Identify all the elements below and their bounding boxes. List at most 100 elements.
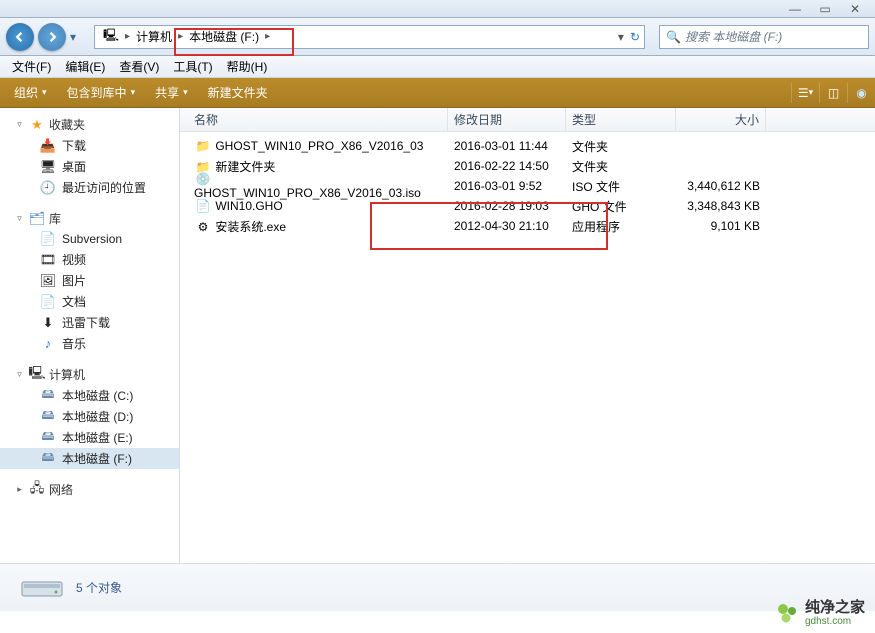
- menu-bar: 文件(F) 编辑(E) 查看(V) 工具(T) 帮助(H): [0, 56, 875, 78]
- file-name: 安装系统.exe: [215, 220, 286, 234]
- status-object-count: 5 个对象: [76, 579, 122, 596]
- dropdown-icon[interactable]: ▾: [618, 30, 624, 44]
- close-button[interactable]: ✕: [843, 2, 867, 16]
- breadcrumb-drive[interactable]: 本地磁盘 (F:): [185, 26, 263, 48]
- back-button[interactable]: [6, 23, 34, 51]
- folder-icon: 📄: [40, 231, 56, 247]
- watermark: 纯净之家 gdhst.com: [775, 600, 865, 628]
- video-icon: 🎞: [40, 252, 56, 268]
- tree-library[interactable]: ▿🗂库: [0, 208, 179, 229]
- file-row[interactable]: 💿 GHOST_WIN10_PRO_X86_V2016_03.iso2016-0…: [180, 176, 875, 196]
- breadcrumb-computer[interactable]: 计算机: [132, 26, 176, 48]
- file-icon: ⚙: [194, 220, 212, 234]
- preview-pane-button[interactable]: ◫: [819, 83, 841, 103]
- drive-icon-large: [20, 574, 64, 602]
- file-date: 2016-03-01 9:52: [448, 179, 566, 193]
- titlebar: — ▭ ✕: [0, 0, 875, 18]
- computer-icon: 🖳: [29, 367, 45, 383]
- file-row[interactable]: 📁 GHOST_WIN10_PRO_X86_V2016_032016-03-01…: [180, 136, 875, 156]
- menu-help[interactable]: 帮助(H): [221, 56, 274, 77]
- tree-downloads[interactable]: 📥下载: [0, 135, 179, 156]
- file-type: 文件夹: [566, 158, 676, 175]
- menu-edit[interactable]: 编辑(E): [59, 56, 111, 77]
- tree-drive-d[interactable]: 🖴本地磁盘 (D:): [0, 406, 179, 427]
- organize-button[interactable]: 组织▾: [6, 81, 55, 104]
- file-date: 2016-02-22 14:50: [448, 159, 566, 173]
- chevron-right-icon: ▸: [263, 31, 272, 42]
- drive-icon: 🖴: [40, 409, 56, 425]
- desktop-icon: 🖥: [40, 159, 56, 175]
- minimize-button[interactable]: —: [783, 2, 807, 16]
- address-bar[interactable]: 🖳 ▸ 计算机 ▸ 本地磁盘 (F:) ▸ ▾ ↻: [94, 25, 645, 49]
- network-icon: 🖧: [29, 482, 45, 498]
- column-name[interactable]: 名称: [188, 108, 448, 131]
- view-options-button[interactable]: ☰ ▾: [791, 83, 813, 103]
- help-button[interactable]: ◉: [847, 83, 869, 103]
- file-size: 3,348,843 KB: [676, 199, 766, 213]
- file-date: 2012-04-30 21:10: [448, 219, 566, 233]
- tree-thunder[interactable]: ⬇迅雷下载: [0, 312, 179, 333]
- maximize-button[interactable]: ▭: [813, 2, 837, 16]
- tree-favorites[interactable]: ▿★收藏夹: [0, 114, 179, 135]
- file-name: GHOST_WIN10_PRO_X86_V2016_03: [215, 139, 423, 153]
- document-icon: 📄: [40, 294, 56, 310]
- file-type: ISO 文件: [566, 178, 676, 195]
- share-button[interactable]: 共享▾: [147, 81, 196, 104]
- tree-drive-e[interactable]: 🖴本地磁盘 (E:): [0, 427, 179, 448]
- watermark-name: 纯净之家: [805, 600, 865, 617]
- column-date[interactable]: 修改日期: [448, 108, 566, 131]
- watermark-logo-icon: [775, 601, 799, 625]
- tree-desktop[interactable]: 🖥桌面: [0, 156, 179, 177]
- column-type[interactable]: 类型: [566, 108, 676, 131]
- menu-view[interactable]: 查看(V): [113, 56, 165, 77]
- tree-computer[interactable]: ▿🖳计算机: [0, 364, 179, 385]
- tree-documents[interactable]: 📄文档: [0, 291, 179, 312]
- drive-icon: 🖴: [40, 451, 56, 467]
- tree-network[interactable]: ▸🖧网络: [0, 479, 179, 500]
- search-icon: 🔍: [666, 30, 681, 44]
- file-list: 名称 修改日期 类型 大小 📁 GHOST_WIN10_PRO_X86_V201…: [180, 108, 875, 563]
- computer-icon: 🖳: [99, 26, 123, 48]
- menu-tools[interactable]: 工具(T): [167, 56, 218, 77]
- chevron-right-icon: ▸: [123, 31, 132, 42]
- navigation-pane[interactable]: ▿★收藏夹 📥下载 🖥桌面 🕘最近访问的位置 ▿🗂库 📄Subversion 🎞…: [0, 108, 180, 563]
- file-date: 2016-02-28 19:03: [448, 199, 566, 213]
- tree-pictures[interactable]: 🖼图片: [0, 270, 179, 291]
- watermark-url: gdhst.com: [805, 616, 865, 627]
- drive-icon: 🖴: [40, 388, 56, 404]
- file-size: 9,101 KB: [676, 219, 766, 233]
- tree-music[interactable]: ♪音乐: [0, 333, 179, 354]
- column-headers: 名称 修改日期 类型 大小: [180, 108, 875, 132]
- file-name: WIN10.GHO: [215, 199, 282, 213]
- search-input[interactable]: 🔍 搜索 本地磁盘 (F:): [659, 25, 869, 49]
- file-type: GHO 文件: [566, 198, 676, 215]
- download-icon: ⬇: [40, 315, 56, 331]
- music-icon: ♪: [40, 336, 56, 352]
- file-size: 3,440,612 KB: [676, 179, 766, 193]
- tree-recent[interactable]: 🕘最近访问的位置: [0, 177, 179, 198]
- file-type: 应用程序: [566, 218, 676, 235]
- file-icon: 📁: [194, 139, 212, 153]
- new-folder-button[interactable]: 新建文件夹: [200, 81, 276, 104]
- tree-drive-f[interactable]: 🖴本地磁盘 (F:): [0, 448, 179, 469]
- file-row[interactable]: 📄 WIN10.GHO 2016-02-28 19:03GHO 文件3,348,8…: [180, 196, 875, 216]
- recent-icon: 🕘: [40, 180, 56, 196]
- menu-file[interactable]: 文件(F): [6, 56, 57, 77]
- status-bar: 5 个对象: [0, 563, 875, 611]
- history-dropdown[interactable]: ▾: [70, 30, 82, 44]
- file-icon: 💿: [194, 172, 212, 186]
- tree-video[interactable]: 🎞视频: [0, 249, 179, 270]
- forward-button[interactable]: [38, 23, 66, 51]
- refresh-icon[interactable]: ↻: [630, 30, 640, 44]
- chevron-right-icon: ▸: [176, 31, 185, 42]
- file-type: 文件夹: [566, 138, 676, 155]
- file-row[interactable]: ⚙ 安装系统.exe 2012-04-30 21:10应用程序9,101 KB: [180, 216, 875, 236]
- folder-icon: 📥: [40, 138, 56, 154]
- column-size[interactable]: 大小: [676, 108, 766, 131]
- search-placeholder: 搜索 本地磁盘 (F:): [685, 28, 782, 45]
- include-library-button[interactable]: 包含到库中▾: [59, 81, 144, 104]
- tree-drive-c[interactable]: 🖴本地磁盘 (C:): [0, 385, 179, 406]
- tree-subversion[interactable]: 📄Subversion: [0, 229, 179, 249]
- file-name: GHOST_WIN10_PRO_X86_V2016_03.iso: [194, 186, 421, 200]
- file-icon: 📄: [194, 199, 212, 213]
